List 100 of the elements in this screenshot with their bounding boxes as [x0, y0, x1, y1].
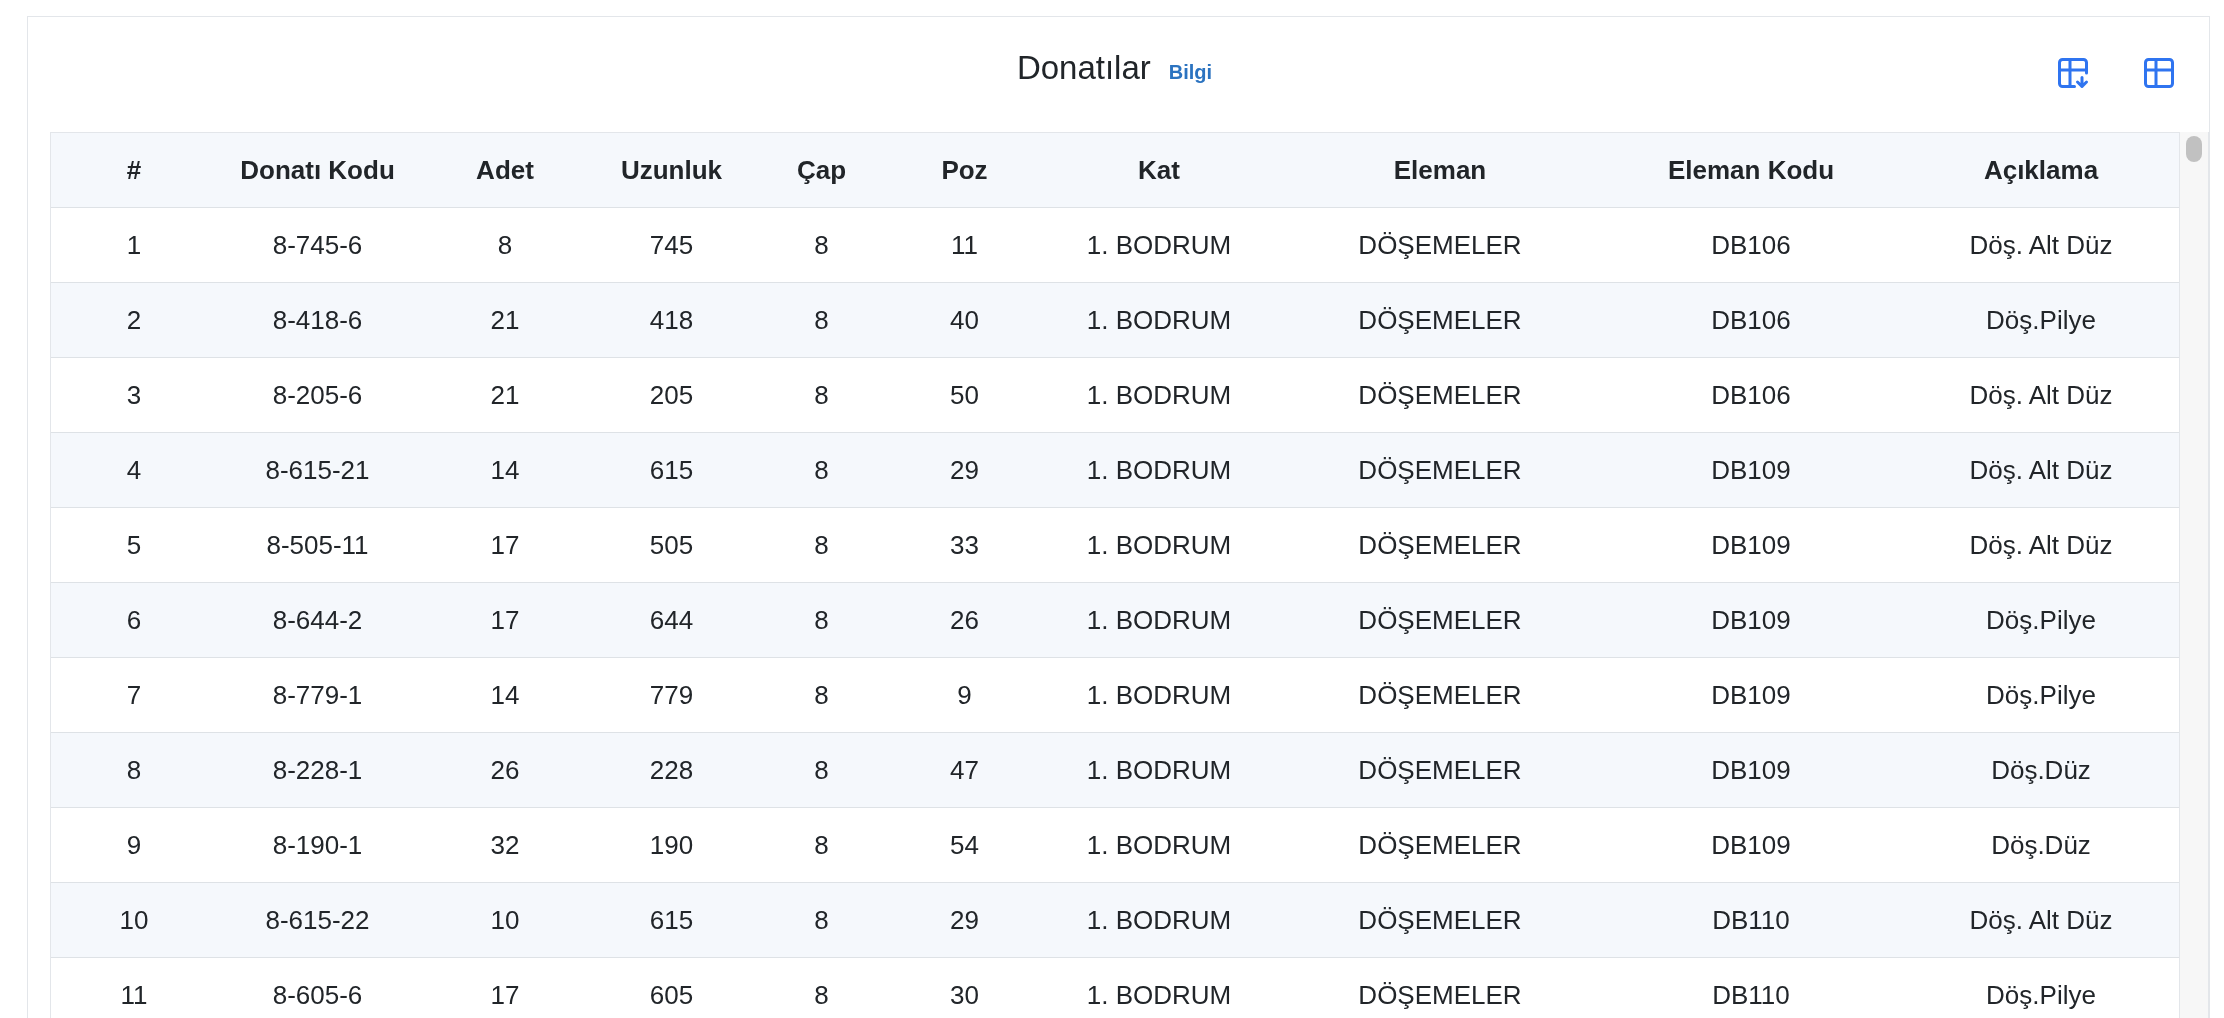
- table-cell: 14: [418, 657, 592, 733]
- panel-title: Donatılar: [1016, 48, 1151, 87]
- table-cell: 1. BODRUM: [1037, 507, 1281, 583]
- table-cell: DB110: [1599, 957, 1903, 1018]
- table-cell: 29: [892, 432, 1037, 508]
- table-cell: 1. BODRUM: [1037, 357, 1281, 433]
- table-cell: 7: [51, 657, 217, 733]
- table-cell: 1. BODRUM: [1037, 732, 1281, 808]
- column-header: Adet: [418, 133, 592, 208]
- table-cell: 8: [751, 732, 892, 808]
- table-cell: 11: [892, 207, 1037, 283]
- table-cell: DÖŞEMELER: [1281, 657, 1599, 733]
- table-cell: 8: [751, 957, 892, 1018]
- table-cell: 17: [418, 582, 592, 658]
- table-cell: 50: [892, 357, 1037, 433]
- table-cell: 4: [51, 432, 217, 508]
- table-cell: 1. BODRUM: [1037, 882, 1281, 958]
- table-cell: DB110: [1599, 882, 1903, 958]
- table-cell: 5: [51, 507, 217, 583]
- scrollbar[interactable]: [2179, 132, 2209, 1018]
- table-cell: 418: [592, 282, 751, 358]
- table-cell: 8-644-2: [217, 582, 418, 658]
- column-header: Poz: [892, 133, 1037, 208]
- table-cell: 505: [592, 507, 751, 583]
- table-cell: 8-779-1: [217, 657, 418, 733]
- table-cell: 29: [892, 882, 1037, 958]
- table-cell: 190: [592, 807, 751, 883]
- table-cell: DB109: [1599, 507, 1903, 583]
- table-cell: 745: [592, 207, 751, 283]
- table-cell: 8-228-1: [217, 732, 418, 808]
- table-cell: DÖŞEMELER: [1281, 582, 1599, 658]
- table-cell: 10: [51, 882, 217, 958]
- column-header: Uzunluk: [592, 133, 751, 208]
- table-cell: 1. BODRUM: [1037, 582, 1281, 658]
- info-link[interactable]: Bilgi: [1168, 60, 1213, 84]
- table-cell: 17: [418, 507, 592, 583]
- table-cell: 8: [418, 207, 592, 283]
- table-cell: DÖŞEMELER: [1281, 207, 1599, 283]
- table-cell: DB106: [1599, 282, 1903, 358]
- table-cell: DÖŞEMELER: [1281, 882, 1599, 958]
- table-cell: 8-745-6: [217, 207, 418, 283]
- table-cell: 8: [751, 282, 892, 358]
- table-cell: DB109: [1599, 732, 1903, 808]
- table-cell: 8-615-21: [217, 432, 418, 508]
- table-cell: DÖŞEMELER: [1281, 807, 1599, 883]
- table-cell: 8: [751, 507, 892, 583]
- table-cell: 3: [51, 357, 217, 433]
- table-cell: DÖŞEMELER: [1281, 957, 1599, 1018]
- table-cell: 33: [892, 507, 1037, 583]
- table-cell: 644: [592, 582, 751, 658]
- table-cell: DÖŞEMELER: [1281, 432, 1599, 508]
- table-cell: 8-505-11: [217, 507, 418, 583]
- table-cell: 21: [418, 282, 592, 358]
- table-cell: 228: [592, 732, 751, 808]
- scrollbar-thumb[interactable]: [2186, 136, 2202, 162]
- table-cell: 21: [418, 357, 592, 433]
- table-cell: 615: [592, 882, 751, 958]
- table-cell: 1. BODRUM: [1037, 657, 1281, 733]
- table-cell: 8: [751, 357, 892, 433]
- table-cell: 8: [751, 207, 892, 283]
- column-header: Açıklama: [1903, 133, 2179, 208]
- column-header: #: [51, 133, 217, 208]
- table-cell: 1. BODRUM: [1037, 807, 1281, 883]
- table-cell: 615: [592, 432, 751, 508]
- table-cell: 8: [751, 582, 892, 658]
- table-cell: 8-190-1: [217, 807, 418, 883]
- table-cell: 8-418-6: [217, 282, 418, 358]
- table-cell: 9: [892, 657, 1037, 733]
- table-cell: 8: [51, 732, 217, 808]
- table-cell: DÖŞEMELER: [1281, 282, 1599, 358]
- table-cell: 8: [751, 657, 892, 733]
- table-cell: DB109: [1599, 807, 1903, 883]
- table-cell: 26: [892, 582, 1037, 658]
- column-header: Eleman: [1281, 133, 1599, 208]
- table-cell: 8: [751, 432, 892, 508]
- table-cell: 9: [51, 807, 217, 883]
- table-cell: 2: [51, 282, 217, 358]
- table-cell: 26: [418, 732, 592, 808]
- table-cell: DB109: [1599, 657, 1903, 733]
- column-header: Çap: [751, 133, 892, 208]
- table-cell: 1: [51, 207, 217, 283]
- column-header: Eleman Kodu: [1599, 133, 1903, 208]
- table-cell: 54: [892, 807, 1037, 883]
- table-cell: 8: [751, 807, 892, 883]
- table-cell: 1. BODRUM: [1037, 282, 1281, 358]
- table-cell: DB109: [1599, 582, 1903, 658]
- table-cell: 8: [751, 882, 892, 958]
- table-cell: 8-205-6: [217, 357, 418, 433]
- table-cell: DÖŞEMELER: [1281, 357, 1599, 433]
- column-header: Donatı Kodu: [217, 133, 418, 208]
- table-cell: 1. BODRUM: [1037, 207, 1281, 283]
- table-cell: 40: [892, 282, 1037, 358]
- table-cell: 14: [418, 432, 592, 508]
- table-cell: 17: [418, 957, 592, 1018]
- table-cell: 32: [418, 807, 592, 883]
- table-cell: 8-615-22: [217, 882, 418, 958]
- table-cell: DB106: [1599, 357, 1903, 433]
- table-cell: 11: [51, 957, 217, 1018]
- table-cell: 779: [592, 657, 751, 733]
- table-cell: 6: [51, 582, 217, 658]
